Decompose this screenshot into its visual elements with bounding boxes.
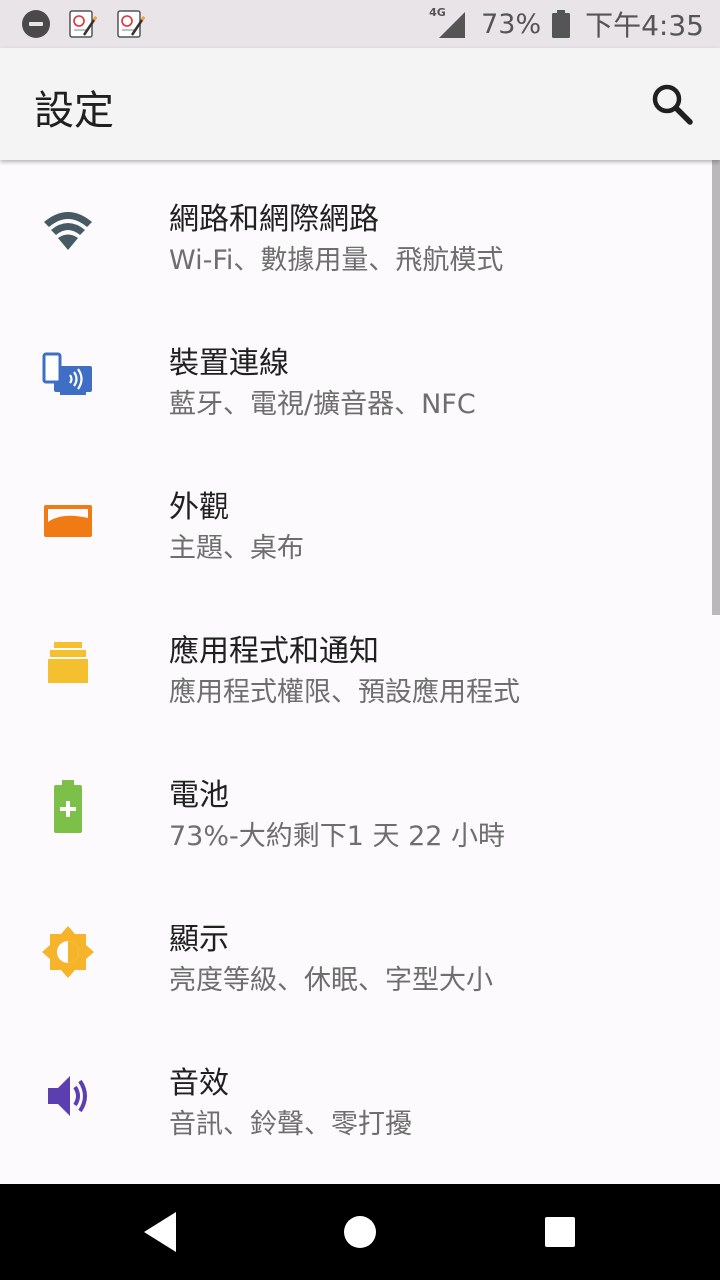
notepad-notification-icon [117, 10, 146, 38]
volume-icon [48, 1076, 87, 1116]
item-title: 應用程式和通知 [169, 634, 379, 669]
app-bar: 設定 [0, 48, 720, 160]
battery-percent: 73% [481, 8, 542, 40]
item-subtitle: 73%-大約剩下1 天 22 小時 [169, 821, 506, 852]
item-subtitle: 應用程式權限、預設應用程式 [169, 677, 520, 708]
network-type: 4G [429, 6, 446, 19]
recents-icon[interactable] [536, 1208, 584, 1256]
item-title: 電池 [169, 778, 229, 813]
home-icon[interactable] [336, 1208, 384, 1256]
settings-item-appearance[interactable]: 外觀 主題、桌布 [0, 448, 710, 592]
item-title: 音效 [169, 1066, 229, 1101]
settings-list: 網路和網際網路 Wi-Fi、數據用量、飛航模式 裝置連線 藍牙、電視/擴音器、N… [0, 160, 710, 1168]
settings-item-device-connection[interactable]: 裝置連線 藍牙、電視/擴音器、NFC [0, 304, 710, 448]
notepad-notification-icon [69, 10, 98, 38]
item-title: 外觀 [169, 490, 229, 525]
do-not-disturb-icon [22, 10, 50, 38]
settings-item-display[interactable]: 顯示 亮度等級、休眠、字型大小 [0, 880, 710, 1024]
wifi-icon [44, 212, 92, 250]
battery-icon [54, 780, 82, 833]
back-icon[interactable] [136, 1208, 184, 1256]
settings-item-battery[interactable]: 電池 73%-大約剩下1 天 22 小時 [0, 736, 710, 880]
appearance-icon [44, 505, 92, 537]
battery-status-icon [552, 10, 571, 38]
item-subtitle: 藍牙、電視/擴音器、NFC [169, 389, 476, 420]
item-title: 網路和網際網路 [169, 202, 379, 237]
item-subtitle: Wi-Fi、數據用量、飛航模式 [169, 245, 504, 276]
page-title: 設定 [34, 88, 114, 134]
navigation-bar [0, 1184, 720, 1280]
item-title: 裝置連線 [169, 346, 289, 381]
apps-icon [48, 642, 88, 683]
item-title: 顯示 [169, 922, 229, 957]
device-connection-icon [42, 352, 92, 395]
clock: 下午4:35 [585, 9, 704, 42]
item-subtitle: 主題、桌布 [169, 533, 304, 564]
cell-signal-icon: 4G [429, 6, 467, 40]
settings-item-apps-notifications[interactable]: 應用程式和通知 應用程式權限、預設應用程式 [0, 592, 710, 736]
settings-item-sound[interactable]: 音效 音訊、鈴聲、零打擾 [0, 1024, 710, 1168]
settings-item-network[interactable]: 網路和網際網路 Wi-Fi、數據用量、飛航模式 [0, 160, 710, 304]
item-subtitle: 亮度等級、休眠、字型大小 [169, 965, 493, 996]
search-button[interactable] [646, 78, 698, 130]
item-subtitle: 音訊、鈴聲、零打擾 [169, 1109, 412, 1140]
status-bar: 4G 73% 下午4:35 [0, 0, 720, 48]
brightness-icon [42, 926, 94, 978]
search-icon [652, 84, 693, 125]
scrollbar[interactable] [712, 160, 720, 615]
